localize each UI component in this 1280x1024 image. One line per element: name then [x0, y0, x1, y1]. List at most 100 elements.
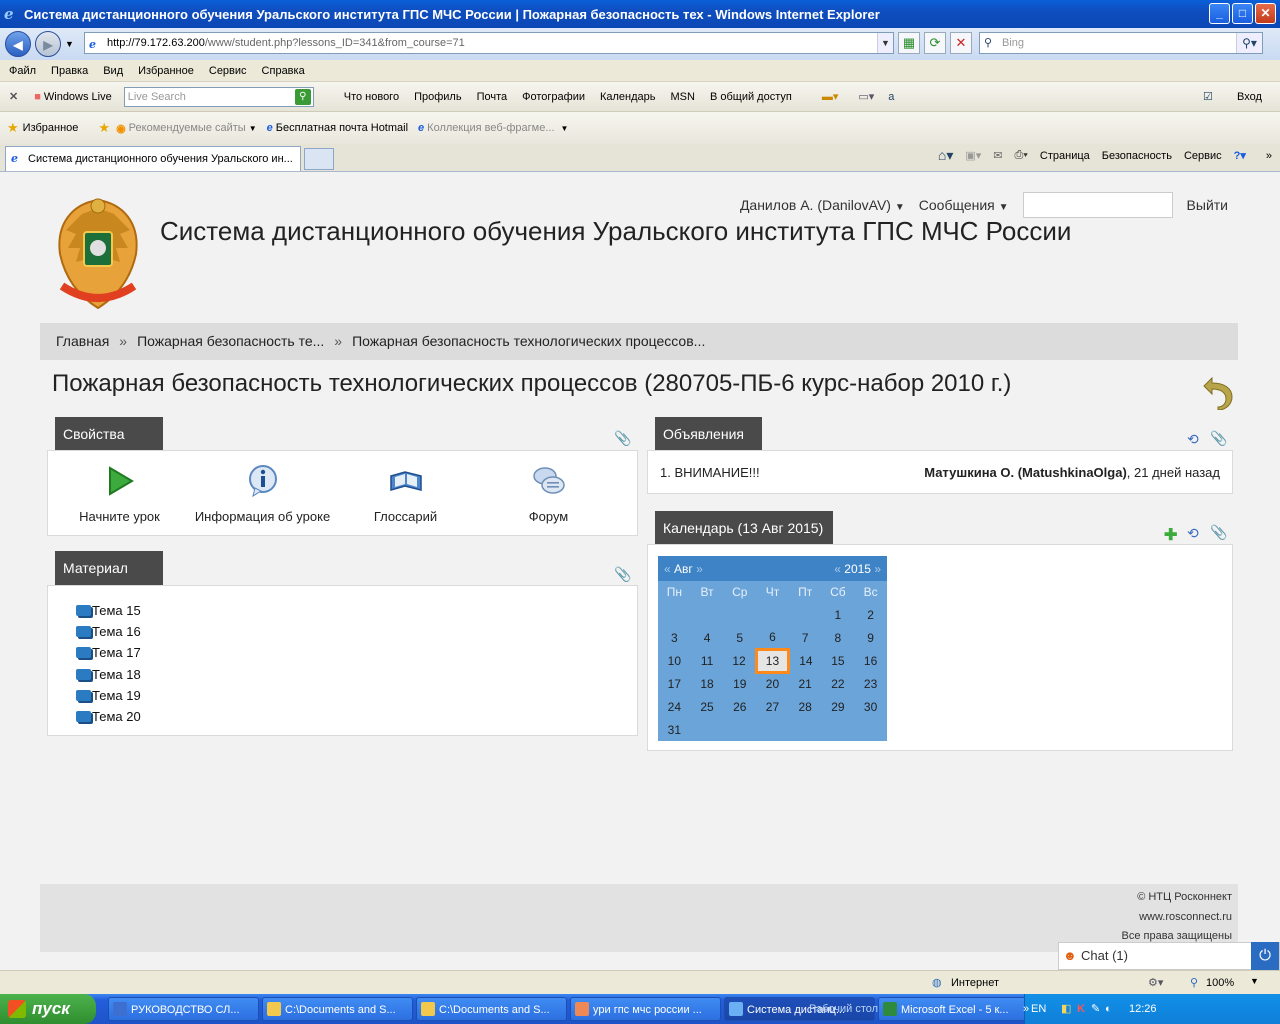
- live-link-profile[interactable]: Профиль: [414, 91, 462, 103]
- next-year-link[interactable]: »: [874, 562, 881, 576]
- material-item[interactable]: Тема 18: [76, 664, 141, 685]
- print-icon[interactable]: ⎙▾: [1015, 149, 1028, 162]
- paperclip-icon[interactable]: 📎: [614, 430, 631, 447]
- calendar-day[interactable]: 2: [854, 603, 887, 626]
- calendar-day[interactable]: 21: [789, 672, 822, 695]
- tab-current[interactable]: e Система дистанционного обучения Уральс…: [5, 146, 301, 171]
- menu-tools[interactable]: Сервис: [209, 65, 247, 77]
- favbar-suggested-sites[interactable]: Рекомендуемые сайты: [129, 122, 246, 134]
- breadcrumb-lesson[interactable]: Пожарная безопасность технологических пр…: [352, 323, 705, 360]
- calendar-day[interactable]: 11: [691, 649, 724, 672]
- add-icon[interactable]: ✚: [1164, 525, 1177, 545]
- calendar-day[interactable]: 19: [723, 672, 756, 695]
- menu-favorites[interactable]: Избранное: [138, 65, 194, 77]
- lesson-info-button[interactable]: Информация об уроке: [191, 461, 334, 524]
- protected-mode-icon[interactable]: ⚙▾: [1148, 976, 1163, 989]
- forward-button[interactable]: ▶: [35, 31, 61, 57]
- calendar-day[interactable]: 14: [789, 649, 822, 672]
- calendar-day[interactable]: 12: [723, 649, 756, 672]
- refresh-icon[interactable]: ⟳: [924, 32, 946, 54]
- breadcrumb-home[interactable]: Главная: [56, 323, 109, 360]
- calendar-day[interactable]: 26: [723, 695, 756, 718]
- calendar-day[interactable]: 8: [822, 626, 855, 649]
- tools-menu[interactable]: Сервис: [1184, 150, 1222, 162]
- calendar-day[interactable]: 24: [658, 695, 691, 718]
- help-icon[interactable]: ?▾: [1234, 149, 1246, 162]
- menu-edit[interactable]: Правка: [51, 65, 88, 77]
- breadcrumb-course[interactable]: Пожарная безопасность те...: [137, 323, 324, 360]
- calendar-day[interactable]: 25: [691, 695, 724, 718]
- calendar-day[interactable]: 3: [658, 626, 691, 649]
- live-link-mail[interactable]: Почта: [477, 91, 508, 103]
- live-search-input[interactable]: Live Search ⚲: [123, 86, 314, 107]
- calendar-day[interactable]: 22: [822, 672, 855, 695]
- window-icon[interactable]: ▭▾: [858, 90, 874, 103]
- calendar-day[interactable]: 1: [822, 603, 855, 626]
- paperclip-icon[interactable]: 📎: [614, 566, 631, 583]
- chevron-right-icon[interactable]: »: [1023, 994, 1029, 1024]
- search-input[interactable]: ⚲ Bing ⚲▾: [979, 32, 1263, 54]
- start-button[interactable]: пуск: [0, 994, 96, 1024]
- calendar-day[interactable]: 27: [756, 695, 789, 718]
- calendar-day[interactable]: 5: [723, 626, 756, 649]
- desktop-toolbar[interactable]: Рабочий стол: [809, 994, 878, 1024]
- material-item[interactable]: Тема 19: [76, 685, 141, 706]
- calendar-day[interactable]: 20: [756, 672, 789, 695]
- tray-icon[interactable]: ◧: [1061, 994, 1071, 1024]
- prev-month-link[interactable]: «: [664, 562, 671, 576]
- translate-icon[interactable]: a: [888, 91, 894, 103]
- tray-icon[interactable]: ✎: [1091, 994, 1100, 1024]
- menu-help[interactable]: Справка: [262, 65, 305, 77]
- user-menu[interactable]: Данилов А. (DanilovAV) ▼: [740, 197, 905, 213]
- antivirus-icon[interactable]: K: [1077, 994, 1085, 1024]
- mail-icon[interactable]: ✉: [993, 149, 1002, 162]
- material-item[interactable]: Тема 20: [76, 706, 141, 727]
- chevron-down-icon[interactable]: ▼: [561, 124, 569, 133]
- chevron-down-icon[interactable]: ▼: [249, 124, 257, 133]
- material-item[interactable]: Тема 17: [76, 642, 141, 663]
- live-search-go-icon[interactable]: ⚲: [294, 88, 311, 105]
- close-toolbar-icon[interactable]: ✕: [9, 90, 18, 103]
- calendar-day[interactable]: 15: [822, 649, 855, 672]
- calendar-day[interactable]: 18: [691, 672, 724, 695]
- taskbar-item[interactable]: ури гпс мчс россии ...: [570, 997, 721, 1021]
- tray-icon[interactable]: ◐: [1105, 994, 1112, 1024]
- taskbar-item[interactable]: РУКОВОДСТВО СЛ...: [108, 997, 259, 1021]
- taskbar-item[interactable]: C:\Documents and S...: [416, 997, 567, 1021]
- refresh-icon[interactable]: ⟲: [1187, 525, 1199, 542]
- chevron-down-icon[interactable]: ▼: [1250, 976, 1259, 986]
- stop-icon[interactable]: ✕: [950, 32, 972, 54]
- windows-live-brand[interactable]: Windows Live: [44, 91, 112, 103]
- material-item[interactable]: Тема 16: [76, 621, 141, 642]
- live-link-photos[interactable]: Фотографии: [522, 91, 585, 103]
- calendar-day[interactable]: 9: [854, 626, 887, 649]
- menu-view[interactable]: Вид: [103, 65, 123, 77]
- live-link-news[interactable]: Что нового: [344, 91, 399, 103]
- taskbar-item[interactable]: C:\Documents and S...: [262, 997, 413, 1021]
- calendar-day[interactable]: 28: [789, 695, 822, 718]
- live-link-msn[interactable]: MSN: [671, 91, 695, 103]
- glossary-button[interactable]: Глоссарий: [334, 461, 477, 524]
- next-month-link[interactable]: »: [696, 562, 703, 576]
- paperclip-icon[interactable]: 📎: [1210, 524, 1227, 541]
- safety-menu[interactable]: Безопасность: [1102, 150, 1172, 162]
- material-item[interactable]: Тема 15: [76, 600, 141, 621]
- footer-website[interactable]: www.rosconnect.ru: [40, 908, 1232, 928]
- calendar-day[interactable]: 30: [854, 695, 887, 718]
- calendar-day[interactable]: 10: [658, 649, 691, 672]
- favorites-button[interactable]: Избранное: [23, 122, 79, 134]
- paperclip-icon[interactable]: 📎: [1210, 430, 1227, 447]
- zoom-level[interactable]: 100%: [1206, 977, 1234, 989]
- forum-button[interactable]: Форум: [477, 461, 620, 524]
- calendar-day[interactable]: 29: [822, 695, 855, 718]
- back-arrow-icon[interactable]: [1202, 374, 1234, 410]
- checkbox-icon[interactable]: ☑: [1203, 90, 1213, 103]
- prev-year-link[interactable]: «: [834, 562, 841, 576]
- calendar-day[interactable]: 7: [789, 626, 822, 649]
- signin-link[interactable]: Вход: [1237, 91, 1262, 103]
- add-favorite-icon[interactable]: ★: [98, 120, 110, 136]
- new-tab-button[interactable]: [304, 148, 334, 170]
- search-go-icon[interactable]: ⚲▾: [1236, 33, 1262, 53]
- language-indicator[interactable]: EN: [1031, 994, 1046, 1024]
- logout-link[interactable]: Выйти: [1187, 197, 1228, 213]
